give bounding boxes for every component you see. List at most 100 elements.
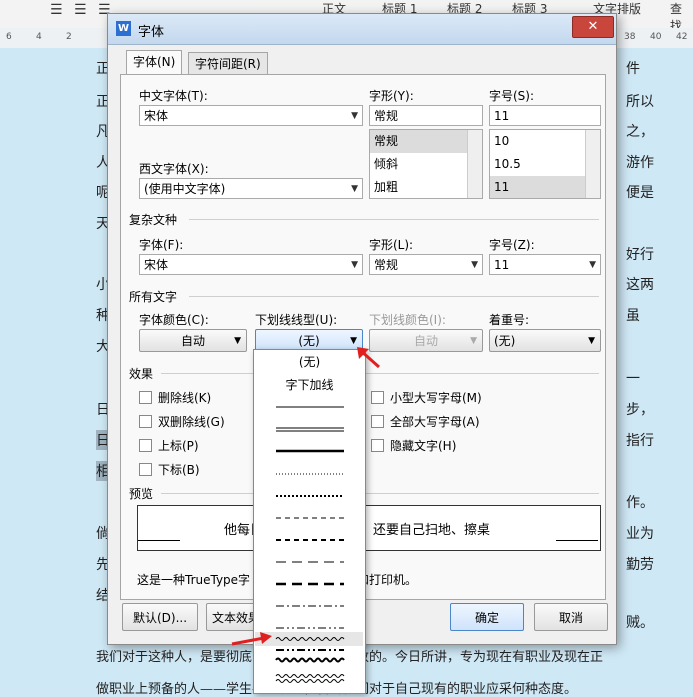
doc-line-right: 好行 [626,247,654,263]
underline-option-none[interactable]: (无) [254,351,365,373]
list-item[interactable]: 倾斜 [370,153,482,176]
complex-font-select[interactable]: 宋体 ▼ [139,254,363,275]
complex-size-select[interactable]: 11 ▼ [489,254,601,275]
underline-option-wave-heavy [275,657,345,663]
default-button[interactable]: 默认(D)... [122,603,198,631]
preview-section-title: 预览 [129,487,154,501]
scrollbar[interactable] [467,130,482,198]
effects-section-title: 效果 [129,367,154,381]
complex-section-title: 复杂文种 [129,213,178,227]
complex-size-label: 字号(Z): [489,238,535,252]
emphasis-button[interactable]: (无) ▼ [489,329,601,352]
subscript-checkbox[interactable]: 下标(B) [139,461,200,478]
underline-type-value: (无) [298,334,320,348]
list-item[interactable]: 10.5 [490,153,600,176]
chevron-down-icon: ▼ [351,184,358,194]
tab-character-spacing[interactable]: 字符间距(R) [188,52,268,75]
western-font-select[interactable]: (使用中文字体) ▼ [139,178,363,199]
underline-option-words-only[interactable]: 字下加线 [254,374,365,396]
divider [161,493,599,494]
complex-size-value: 11 [494,258,510,272]
chevron-down-icon: ▼ [588,336,595,346]
doc-line-right: 一 [626,371,640,387]
ok-button[interactable]: 确定 [450,603,524,631]
small-caps-checkbox[interactable]: 小型大写字母(M) [371,389,482,406]
doc-line-right: 步， [626,402,654,418]
divider [189,219,599,220]
tab-font[interactable]: 字体(N) [126,50,183,76]
font-color-button[interactable]: 自动 ▼ [139,329,247,352]
chinese-font-select[interactable]: 宋体 ▼ [139,105,363,126]
list-item[interactable]: 常规 [370,130,482,153]
underline-color-label: 下划线颜色(I): [369,313,446,327]
chevron-down-icon: ▼ [351,260,358,270]
preview-box: 他每日 ，还要自己扫地、擦桌 [137,505,601,551]
scrollbar[interactable] [585,130,600,198]
checkbox-box [139,439,152,452]
checkbox-label: 双删除线(G) [158,415,225,429]
hidden-text-checkbox[interactable]: 隐藏文字(H) [371,437,456,454]
doc-line-right: 贼。 [626,615,654,631]
ruler-tick: 40 [650,32,662,42]
complex-style-label: 字形(L): [369,238,414,252]
chinese-font-value: 宋体 [144,109,169,123]
doc-line-right: 业为 [626,526,654,542]
superscript-checkbox[interactable]: 上标(P) [139,437,199,454]
underline-type-label: 下划线线型(U): [255,313,338,327]
chevron-down-icon: ▼ [470,336,477,346]
ruler-tick: 2 [66,32,72,42]
all-caps-checkbox[interactable]: 全部大写字母(A) [371,413,480,430]
font-color-value: 自动 [180,334,205,348]
size-label: 字号(S): [489,89,535,103]
checkbox-box [139,415,152,428]
align-center-icon[interactable]: ☰ [74,2,87,18]
double-strikethrough-checkbox[interactable]: 双删除线(G) [139,413,225,430]
ruler-tick: 4 [36,32,42,42]
chinese-font-label: 中文字体(T): [139,89,208,103]
cancel-button[interactable]: 取消 [534,603,608,631]
wps-writer-icon: W [116,21,131,36]
checkbox-box [371,391,384,404]
complex-font-label: 字体(F): [139,238,184,252]
doc-line-right: 勤劳 [626,557,654,573]
checkbox-box [139,463,152,476]
size-list[interactable]: 10 10.5 11 [489,129,601,199]
preview-line-right [556,540,598,541]
checkbox-label: 全部大写字母(A) [390,415,480,429]
doc-line-right: 便是 [626,185,654,201]
emphasis-value: (无) [494,334,516,348]
font-color-label: 字体颜色(C): [139,313,209,327]
complex-style-value: 常规 [374,258,399,272]
strikethrough-checkbox[interactable]: 删除线(K) [139,389,211,406]
emphasis-label: 着重号: [489,313,530,327]
style-label: 字形(Y): [369,89,414,103]
underline-option-double-wave [275,674,345,678]
checkbox-label: 上标(P) [158,439,199,453]
checkbox-box [371,439,384,452]
dialog-titlebar[interactable]: W 字体 ✕ [108,14,616,45]
doc-line-right: 作。 [626,495,654,511]
underline-option-wave [275,637,345,641]
close-button[interactable]: ✕ [572,16,614,38]
doc-line-right: 这两 [626,277,654,293]
list-item[interactable]: 10 [490,130,600,153]
preview-text-right: ，还要自己扫地、擦桌 [360,523,491,538]
style-input[interactable]: 常规 [369,105,483,126]
font-note-right: 和打印机。 [357,573,418,587]
size-input[interactable]: 11 [489,105,601,126]
checkbox-box [139,391,152,404]
checkbox-label: 下标(B) [158,463,200,477]
list-item[interactable]: 加粗 [370,176,482,198]
align-left-icon[interactable]: ☰ [50,2,63,18]
list-item[interactable]: 11 [490,176,600,198]
style-list[interactable]: 常规 倾斜 加粗 [369,129,483,199]
checkbox-box [371,415,384,428]
doc-line-right: 游作 [626,155,654,171]
checkbox-label: 小型大写字母(M) [390,391,482,405]
chevron-down-icon: ▼ [351,111,358,121]
doc-line-right: 所以 [626,94,654,110]
checkbox-label: 隐藏文字(H) [390,439,457,453]
complex-style-select[interactable]: 常规 ▼ [369,254,483,275]
ruler-tick: 42 [676,32,688,42]
checkbox-label: 删除线(K) [158,391,212,405]
